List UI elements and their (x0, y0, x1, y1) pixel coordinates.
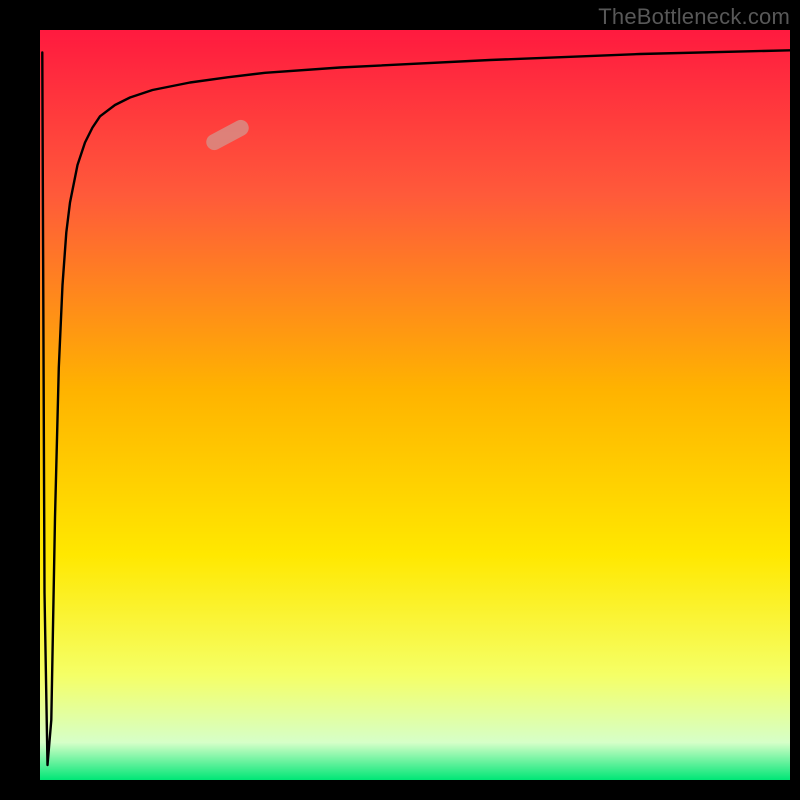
chart-frame: TheBottleneck.com (0, 0, 800, 800)
plot-area (40, 30, 790, 780)
bottleneck-chart (0, 0, 800, 800)
